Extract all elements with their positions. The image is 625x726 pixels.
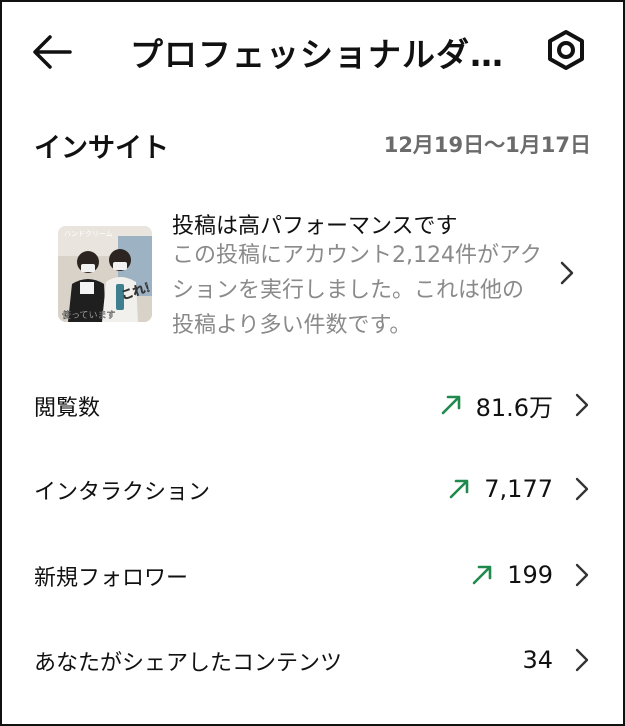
chevron-right-icon (575, 648, 589, 672)
thumbnail-caption-top: ハンドクリーム (64, 230, 113, 238)
trend-up-icon (441, 395, 460, 415)
chevron-right-icon (575, 393, 589, 417)
insights-heading: インサイト (34, 133, 169, 164)
metric-label: インタラクション (34, 480, 211, 505)
metric-value: 34 (522, 646, 553, 674)
post-thumbnail-image: ハンドクリーム これ！ 使っています (58, 226, 152, 322)
metric-row-content-shared[interactable]: あなたがシェアしたコンテンツ 34 (2, 627, 623, 697)
settings-button[interactable] (544, 28, 588, 72)
settings-gear-icon (548, 30, 584, 70)
metric-label: あなたがシェアしたコンテンツ (34, 651, 343, 676)
metric-row-views[interactable]: 閲覧数 81.6万 (2, 372, 623, 442)
back-button[interactable] (30, 32, 74, 72)
metric-label: 新規フォロワー (34, 566, 189, 591)
trend-up-icon (449, 479, 469, 499)
top-header: プロフェッショナルダ… (2, 2, 623, 102)
chevron-right-icon (557, 260, 577, 286)
metric-value: 81.6万 (475, 393, 553, 422)
chevron-right-icon (575, 563, 589, 587)
metric-value: 7,177 (484, 475, 553, 503)
metric-value: 199 (507, 561, 553, 589)
page-title: プロフェッショナルダ… (130, 35, 504, 74)
back-arrow-icon (33, 35, 72, 69)
metric-label: 閲覧数 (34, 396, 101, 421)
insights-screen: プロフェッショナルダ… インサイト 12月19日〜1月17日 ハンドクリーム こ… (0, 0, 625, 726)
high-performance-post-card[interactable]: ハンドクリーム これ！ 使っています 投稿は高パフォーマンスです この投稿にアカ… (2, 198, 623, 348)
thumbnail-caption-bottom: 使っています (62, 309, 116, 321)
metric-row-new-followers[interactable]: 新規フォロワー 199 (2, 542, 623, 612)
metric-row-interactions[interactable]: インタラクション 7,177 (2, 456, 623, 526)
date-range[interactable]: 12月19日〜1月17日 (384, 129, 591, 159)
post-card-description: この投稿にアカウント2,124件がアクションを実行しました。これは他の投稿より多… (172, 243, 542, 338)
post-card-headline: 投稿は高パフォーマンスです (172, 214, 458, 239)
post-thumbnail[interactable]: ハンドクリーム これ！ 使っています (58, 226, 152, 322)
chevron-right-icon (575, 477, 589, 501)
trend-up-icon (472, 565, 492, 585)
